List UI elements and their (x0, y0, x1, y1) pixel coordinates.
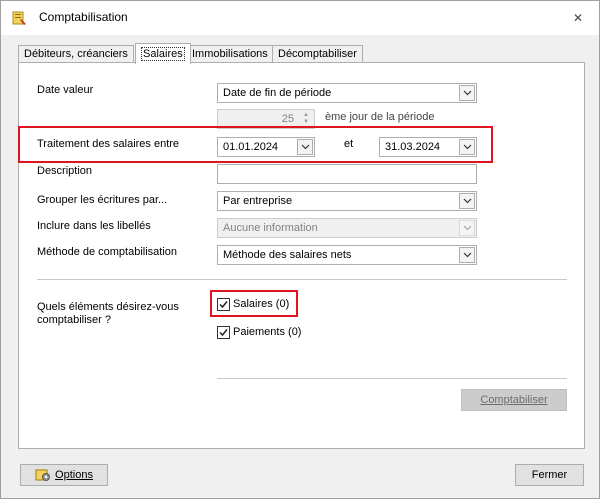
chevron-down-icon (459, 220, 475, 236)
methode-label: Méthode de comptabilisation (37, 246, 178, 258)
close-icon[interactable]: ✕ (565, 9, 591, 27)
comptabiliser-button[interactable]: Comptabiliser (461, 389, 567, 411)
chevron-down-icon (459, 85, 475, 101)
fermer-button[interactable]: Fermer (515, 464, 584, 486)
methode-select[interactable]: Méthode des salaires nets (217, 245, 477, 265)
date-valeur-select[interactable]: Date de fin de période (217, 83, 477, 103)
spinner-arrows-icon[interactable]: ▲ ▼ (299, 111, 313, 127)
paiements-checkbox-label[interactable]: Paiements (0) (233, 326, 301, 338)
salaires-panel: Date valeur Date de fin de période 25 ▲ ▼… (18, 62, 585, 449)
paiements-checkbox[interactable] (217, 326, 230, 339)
tab-decomptabiliser[interactable]: Décomptabiliser (272, 45, 363, 63)
grouper-label: Grouper les écritures par... (37, 194, 168, 206)
window-title: Comptabilisation (39, 10, 128, 24)
elements-label-line2: comptabiliser ? (37, 314, 111, 326)
inclure-label: Inclure dans les libellés (37, 220, 151, 232)
tab-debiteurs-creanciers[interactable]: Débiteurs, créanciers (18, 45, 134, 63)
grouper-select[interactable]: Par entreprise (217, 191, 477, 211)
separator (217, 378, 567, 379)
elements-label-line1: Quels éléments désirez-vous (37, 301, 179, 313)
app-icon (11, 10, 27, 26)
description-label: Description (37, 165, 93, 177)
checkmark-icon (219, 329, 228, 337)
options-icon (35, 468, 51, 482)
chevron-down-icon (459, 193, 475, 209)
chevron-down-icon (459, 247, 475, 263)
day-suffix-label: ème jour de la période (325, 111, 435, 123)
tab-immobilisations[interactable]: Immobilisations (186, 45, 274, 63)
inclure-select: Aucune information (217, 218, 477, 238)
traitement-highlight (18, 126, 493, 163)
description-input[interactable] (217, 164, 477, 184)
separator (37, 279, 567, 280)
salaires-highlight (210, 290, 298, 317)
dialog-window: Comptabilisation ✕ Débiteurs, créanciers… (0, 0, 600, 499)
tab-salaires[interactable]: Salaires (135, 43, 191, 64)
title-bar: Comptabilisation ✕ (1, 1, 599, 35)
options-button[interactable]: Options (20, 464, 108, 486)
date-valeur-label: Date valeur (37, 84, 94, 96)
